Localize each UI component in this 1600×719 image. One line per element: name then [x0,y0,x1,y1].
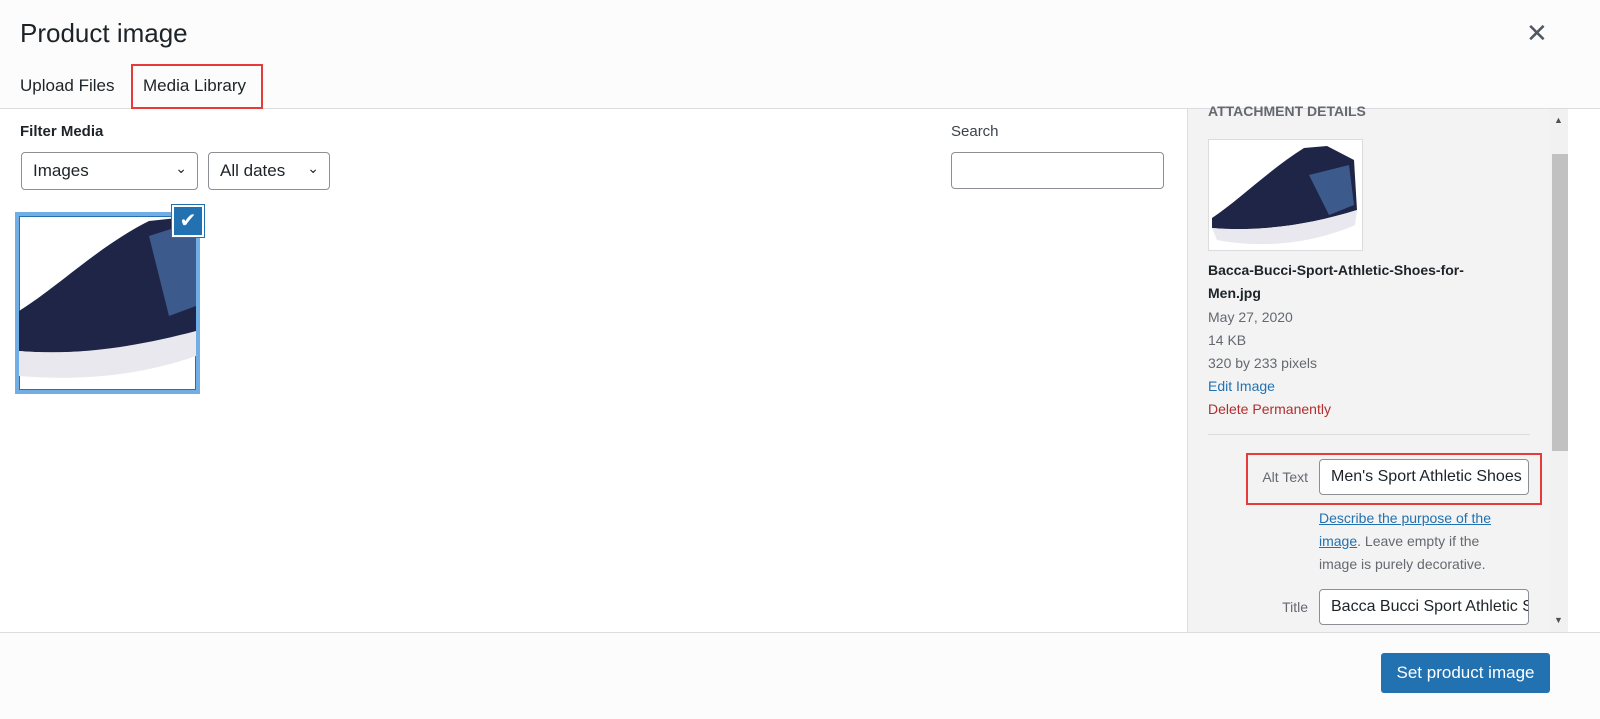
chevron-down-icon: ⌄ [307,160,319,176]
attachment-date: May 27, 2020 [1208,309,1293,325]
media-item[interactable] [15,212,200,394]
modal-header: Product image ✕ Upload Files Media Libra… [0,0,1600,109]
attachment-size: 14 KB [1208,332,1247,348]
shoe-image [19,216,196,378]
edit-image-link[interactable]: Edit Image [1208,378,1275,394]
scroll-down-icon[interactable]: ▼ [1554,615,1563,625]
title-input[interactable]: Bacca Bucci Sport Athletic Shoes for Men [1319,589,1529,625]
set-product-image-button[interactable]: Set product image [1381,653,1550,693]
shoe-image [1212,146,1357,245]
attachment-details-panel: Attachment Details Bacca-Bucci-Sport-Ath… [1187,103,1550,632]
media-type-value: Images [33,161,89,180]
attachment-filename: Bacca-Bucci-Sport-Athletic-Shoes-for-Men… [1208,262,1464,301]
scrollbar-thumb[interactable] [1552,154,1568,451]
date-value: All dates [220,161,286,180]
scrollbar[interactable]: ▲ ▼ [1550,109,1568,632]
title-label: Title [1282,599,1308,615]
close-icon[interactable]: ✕ [1526,18,1548,49]
attachment-thumbnail [1208,139,1363,251]
page-title: Product image [20,18,188,48]
scroll-up-icon[interactable]: ▲ [1554,115,1563,125]
alt-text-label: Alt Text [1262,469,1308,485]
selected-check-icon[interactable]: ✔ [172,205,204,237]
search-label: Search [951,123,999,140]
modal-footer: Set product image [0,632,1600,719]
filter-media-label: Filter Media [20,123,104,140]
attachment-details-heading: Attachment Details [1208,103,1366,119]
tab-upload-files[interactable]: Upload Files [10,66,125,109]
date-select[interactable]: All dates ⌄ [208,152,330,190]
media-type-select[interactable]: Images ⌄ [21,152,198,190]
chevron-down-icon: ⌄ [175,160,187,176]
alt-text-help: Describe the purpose of the image. Leave… [1319,507,1519,576]
divider [1208,434,1530,435]
tab-media-library[interactable]: Media Library [131,64,263,109]
delete-permanently-link[interactable]: Delete Permanently [1208,401,1331,417]
attachment-dimensions: 320 by 233 pixels [1208,355,1317,371]
alt-text-input[interactable]: Men's Sport Athletic Shoes [1319,459,1529,495]
search-input[interactable] [951,152,1164,189]
